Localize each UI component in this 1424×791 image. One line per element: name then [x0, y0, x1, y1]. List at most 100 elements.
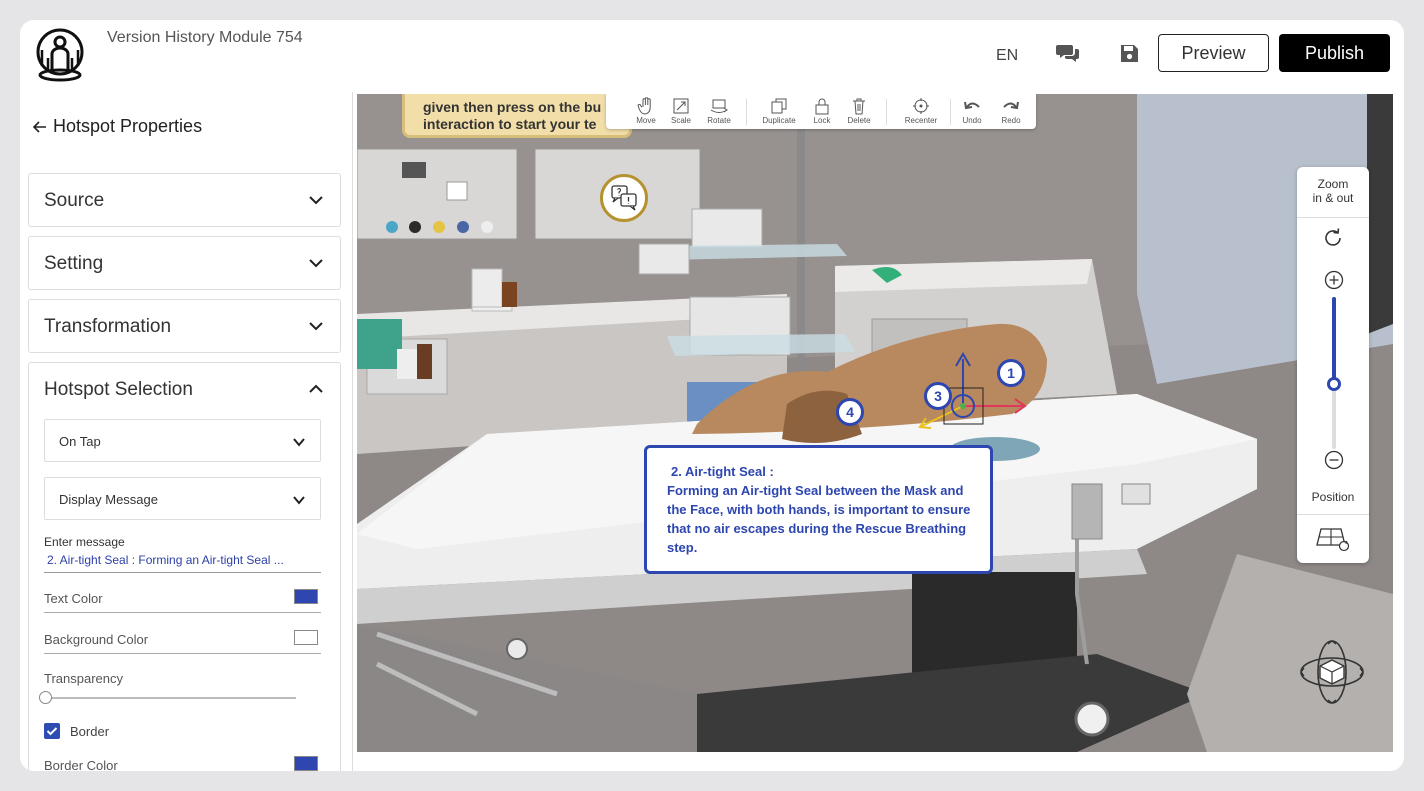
accordion-setting[interactable]: Setting: [28, 236, 341, 290]
undo-tool[interactable]: Undo: [952, 97, 992, 129]
recenter-icon: [913, 98, 929, 114]
border-color-row: Border Color: [44, 754, 321, 771]
scale-icon: [673, 98, 689, 114]
instruction-banner: given then press on the bu interaction t…: [402, 94, 632, 138]
speech-bubbles-icon: [611, 185, 637, 211]
message-text: Forming an Air-tight Seal between the Ma…: [667, 483, 971, 555]
back-label: Hotspot Properties: [53, 116, 203, 136]
transparency-slider-thumb[interactable]: [39, 691, 52, 704]
hotspot-marker-3[interactable]: 3: [924, 382, 952, 410]
action-dropdown[interactable]: Display Message: [44, 477, 321, 520]
delete-label: Delete: [847, 116, 871, 125]
save-icon[interactable]: [1120, 44, 1139, 63]
recenter-tool[interactable]: Recenter: [901, 97, 941, 129]
scene-viewport[interactable]: given then press on the bu interaction t…: [357, 94, 1393, 752]
chevron-down-icon: [309, 196, 323, 205]
trigger-value: On Tap: [59, 434, 101, 449]
duplicate-icon: [771, 98, 787, 114]
recenter-label: Recenter: [904, 116, 938, 125]
properties-sidebar: Hotspot Properties Source Setting Transf…: [20, 92, 353, 771]
reset-position-icon[interactable]: [1315, 523, 1351, 553]
chevron-down-icon: [293, 438, 305, 447]
lock-tool[interactable]: Lock: [802, 97, 842, 129]
instruction-line1: given then press on the bu: [423, 99, 602, 115]
move-tool[interactable]: Move: [626, 97, 666, 129]
text-color-row: Text Color: [44, 587, 321, 613]
zoom-slider-thumb[interactable]: [1327, 377, 1341, 391]
zoom-slider-fill: [1332, 297, 1336, 384]
chevron-down-icon: [293, 496, 305, 505]
chevron-down-icon: [309, 322, 323, 331]
zoom-label: Zoom in & out: [1297, 177, 1369, 205]
move-label: Move: [636, 116, 656, 125]
duplicate-label: Duplicate: [762, 116, 796, 125]
position-label: Position: [1311, 490, 1355, 504]
trash-icon: [853, 98, 865, 115]
zoom-panel: Zoom in & out Position: [1297, 167, 1369, 563]
language-selector[interactable]: EN: [996, 47, 1018, 65]
preview-button[interactable]: Preview: [1158, 34, 1269, 72]
duplicate-tool[interactable]: Duplicate: [759, 97, 799, 129]
accordion-label: Transformation: [44, 316, 172, 337]
action-value: Display Message: [59, 492, 158, 507]
toolbar-divider: [746, 99, 747, 125]
app-frame: Version History Module 754 EN Preview Pu…: [20, 20, 1404, 771]
zoom-out-icon[interactable]: [1324, 450, 1344, 470]
divider: [1297, 514, 1369, 515]
border-checkbox[interactable]: [44, 723, 60, 739]
chevron-down-icon: [309, 259, 323, 268]
accordion-label[interactable]: Hotspot Selection: [44, 379, 193, 401]
transform-toolbar: Move Scale Rotate Duplicate Lock Delete …: [606, 94, 1036, 129]
rotate-tool[interactable]: Rotate: [699, 97, 739, 129]
zoom-label-line2: in & out: [1312, 191, 1354, 205]
hotspot-marker-1[interactable]: 1: [997, 359, 1025, 387]
hand-icon: [637, 97, 651, 115]
logo-icon: [36, 28, 84, 82]
lock-label: Lock: [813, 116, 831, 125]
chat-hotspot[interactable]: [600, 174, 648, 222]
transparency-slider-track[interactable]: [46, 697, 296, 699]
accordion-transformation[interactable]: Transformation: [28, 299, 341, 353]
hotspot-marker-4[interactable]: 4: [836, 398, 864, 426]
border-color-label: Border Color: [44, 758, 118, 771]
background-color-swatch[interactable]: [294, 630, 318, 645]
scale-label: Scale: [670, 116, 691, 125]
text-color-label: Text Color: [44, 591, 103, 606]
undo-label: Undo: [962, 116, 982, 125]
accordion-hotspot-selection: Hotspot Selection On Tap Display Message…: [28, 362, 341, 771]
message-label: Enter message: [44, 535, 125, 549]
rotate-label: Rotate: [707, 116, 731, 125]
toolbar-divider: [950, 99, 951, 125]
header: Version History Module 754 EN Preview Pu…: [20, 20, 1404, 92]
transparency-label: Transparency: [44, 671, 123, 686]
publish-button[interactable]: Publish: [1279, 34, 1390, 72]
redo-tool[interactable]: Redo: [991, 97, 1031, 129]
accordion-source[interactable]: Source: [28, 173, 341, 227]
undo-icon: [964, 101, 980, 110]
redo-icon: [1003, 101, 1019, 110]
trigger-dropdown[interactable]: On Tap: [44, 419, 321, 462]
background-color-label: Background Color: [44, 632, 149, 647]
delete-tool[interactable]: Delete: [839, 97, 879, 129]
orientation-gizmo-icon[interactable]: [1298, 638, 1366, 706]
accordion-label: Setting: [44, 253, 104, 274]
chevron-up-icon[interactable]: [308, 381, 324, 397]
rotate-icon: [710, 99, 728, 113]
instruction-line2: interaction to start your te: [423, 116, 597, 132]
hotspot-message-popup: 2. Air-tight Seal : Forming an Air-tight…: [644, 445, 993, 574]
message-input[interactable]: 2. Air-tight Seal : Forming an Air-tight…: [44, 553, 321, 573]
accordion-label: Source: [44, 190, 105, 211]
module-title: Version History Module 754: [107, 29, 303, 46]
border-color-swatch[interactable]: [294, 756, 318, 771]
chat-icon[interactable]: [1056, 42, 1080, 64]
zoom-in-icon[interactable]: [1324, 270, 1344, 290]
operating-room-scene: [357, 94, 1393, 752]
scale-tool[interactable]: Scale: [661, 97, 701, 129]
refresh-icon[interactable]: [1322, 227, 1344, 249]
back-link[interactable]: Hotspot Properties: [33, 116, 202, 137]
background-color-row: Background Color: [44, 628, 321, 654]
border-label: Border: [70, 724, 110, 739]
text-color-swatch[interactable]: [294, 589, 318, 604]
divider: [1297, 217, 1369, 218]
lock-icon: [815, 98, 829, 115]
